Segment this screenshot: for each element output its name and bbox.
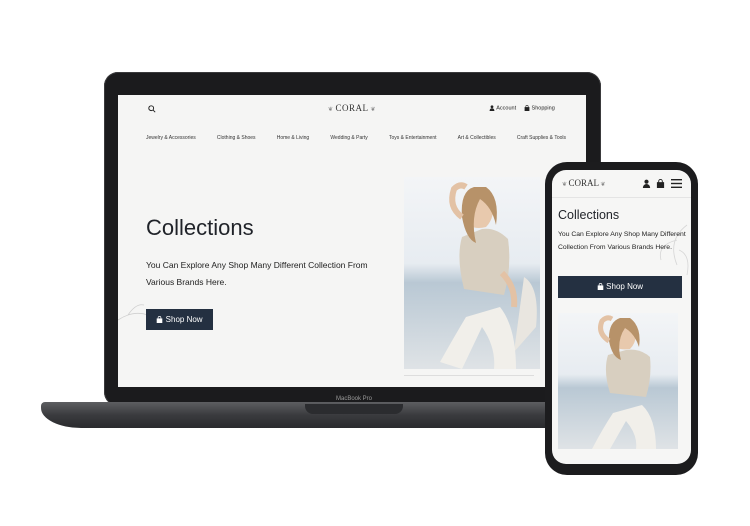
shopping-link[interactable]: Shopping bbox=[524, 105, 555, 111]
hero-model-photo bbox=[404, 177, 540, 369]
bag-icon bbox=[524, 105, 530, 111]
bag-icon bbox=[157, 316, 163, 324]
site-logo[interactable]: ❦ CORAL ❦ bbox=[562, 178, 606, 188]
laptop-screen: ❦ CORAL ❦ Account Shopping Jewelry & Acc… bbox=[118, 95, 586, 387]
nav-item-jewelry[interactable]: Jewelry & Accessories bbox=[146, 135, 196, 141]
desktop-header: ❦ CORAL ❦ Account Shopping bbox=[118, 95, 586, 123]
nav-item-clothing[interactable]: Clothing & Shoes bbox=[217, 135, 256, 141]
category-nav: Jewelry & Accessories Clothing & Shoes H… bbox=[146, 135, 566, 141]
account-icon bbox=[489, 105, 495, 111]
nav-item-home[interactable]: Home & Living bbox=[277, 135, 310, 141]
account-link[interactable]: Account bbox=[489, 105, 516, 111]
floral-ornament-icon: ❦ bbox=[599, 182, 606, 188]
shop-now-button[interactable]: Shop Now bbox=[146, 309, 213, 330]
nav-item-wedding[interactable]: Wedding & Party bbox=[330, 135, 367, 141]
phone-screen: ❦ CORAL ❦ Collections You Can Explore An… bbox=[552, 170, 691, 464]
mobile-header: ❦ CORAL ❦ bbox=[552, 170, 691, 198]
nav-item-art[interactable]: Art & Collectibles bbox=[458, 135, 496, 141]
hero-title: Collections bbox=[146, 215, 254, 240]
floral-ornament-icon: ❦ bbox=[368, 107, 377, 113]
nav-item-toys[interactable]: Toys & Entertainment bbox=[389, 135, 437, 141]
hero-description: You Can Explore Any Shop Many Different … bbox=[558, 231, 686, 251]
laptop-hinge bbox=[305, 404, 403, 414]
laptop-model-label: MacBook Pro bbox=[335, 396, 372, 402]
bag-icon[interactable] bbox=[656, 179, 665, 188]
shop-now-button[interactable]: Shop Now bbox=[558, 276, 682, 298]
hero-model-photo bbox=[558, 313, 678, 449]
menu-icon[interactable] bbox=[671, 179, 682, 188]
hero-description: You Can Explore Any Shop Many Different … bbox=[146, 260, 368, 287]
bag-icon bbox=[597, 283, 604, 291]
account-icon[interactable] bbox=[642, 179, 651, 188]
nav-item-craft[interactable]: Craft Supplies & Tools bbox=[517, 135, 566, 141]
photo-frame-line bbox=[404, 365, 534, 376]
hero-title: Collections bbox=[558, 208, 620, 222]
